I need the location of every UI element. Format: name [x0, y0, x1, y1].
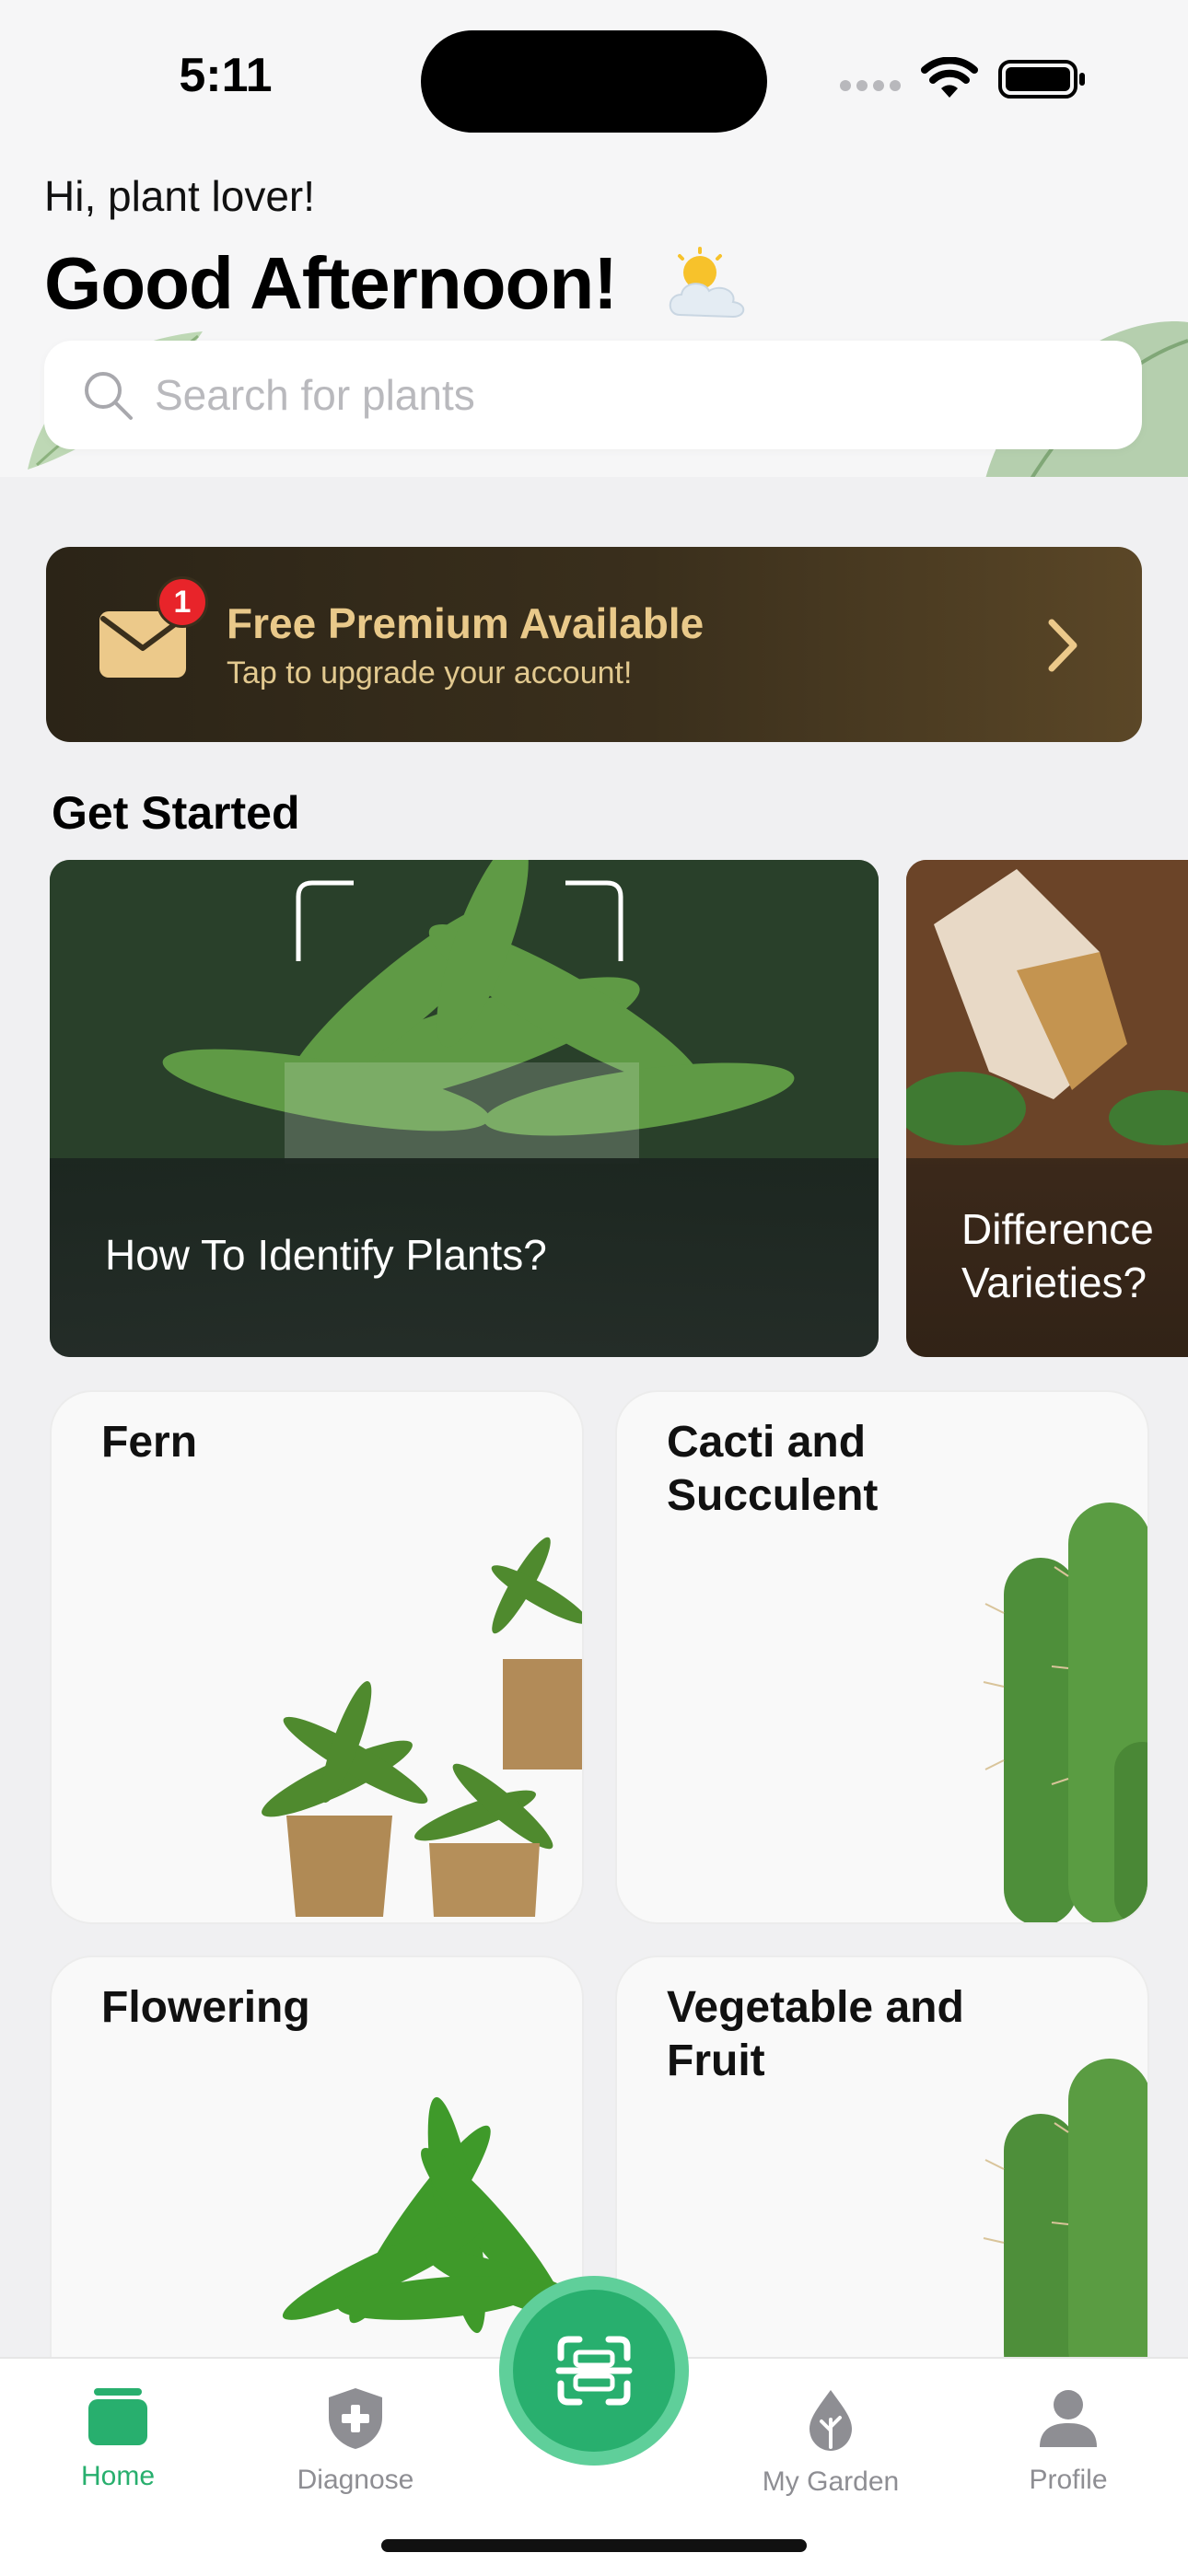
premium-banner[interactable]: 1 Free Premium Available Tap to upgrade …: [46, 547, 1142, 742]
scan-button-inner: [513, 2290, 675, 2452]
card-label: How To Identify Plants?: [105, 1231, 547, 1279]
tab-label: My Garden: [762, 2466, 900, 2497]
battery-icon: [998, 60, 1085, 99]
sun-behind-cloud-icon: [669, 247, 745, 319]
header: 5:11 Hi, plant lover! Good Afternoon! Se…: [0, 0, 1188, 477]
category-card-fern[interactable]: Fern: [50, 1390, 584, 1924]
person-icon: [1040, 2390, 1097, 2447]
chevron-right-icon: [1048, 619, 1077, 672]
scan-button[interactable]: [499, 2276, 689, 2466]
tab-label: Profile: [1029, 2465, 1108, 2495]
get-started-card-identify[interactable]: How To Identify Plants?: [50, 860, 879, 1357]
get-started-carousel[interactable]: How To Identify Plants? Difference Varie…: [0, 860, 1188, 1357]
status-time: 5:11: [179, 49, 273, 102]
cellular-signal-icon: [840, 79, 906, 96]
card-label-line2: Varieties?: [961, 1259, 1147, 1306]
scan-icon: [555, 2336, 633, 2406]
home-indicator: [381, 2539, 807, 2552]
fern-plant-image: [262, 1537, 582, 1917]
search-placeholder: Search for plants: [155, 371, 475, 419]
plant-drop-icon: [809, 2390, 852, 2451]
gardening-glove-photo: [906, 860, 1188, 1164]
search-input[interactable]: Search for plants: [44, 341, 1142, 449]
wifi-icon: [921, 57, 978, 98]
category-title: Fern: [101, 1416, 470, 1469]
tab-profile[interactable]: Profile: [976, 2386, 1160, 2496]
get-started-card-varieties[interactable]: Difference Varieties?: [906, 860, 1188, 1357]
tab-my-garden[interactable]: My Garden: [739, 2386, 923, 2498]
card-overlay: How To Identify Plants?: [50, 1158, 879, 1357]
notification-badge: 1: [157, 576, 208, 628]
cactus-image: [983, 2059, 1147, 2390]
tab-home[interactable]: Home: [26, 2386, 210, 2492]
greeting-text: Hi, plant lover!: [44, 172, 316, 220]
tab-label: Home: [80, 2461, 156, 2491]
cactus-image: [983, 1503, 1147, 1922]
section-title-get-started: Get Started: [52, 787, 300, 839]
plant-photo: [50, 860, 879, 1164]
tab-label: Diagnose: [297, 2465, 414, 2495]
tab-diagnose[interactable]: Diagnose: [263, 2386, 448, 2496]
category-title-line1: Vegetable and: [667, 1983, 964, 2032]
premium-subtitle: Tap to upgrade your account!: [227, 656, 633, 690]
search-icon: [85, 372, 133, 420]
home-icon: [88, 2388, 147, 2445]
card-overlay: Difference Varieties?: [906, 1158, 1188, 1357]
shield-plus-icon: [329, 2388, 382, 2449]
category-title-line1: Cacti and: [667, 1418, 867, 1467]
category-title-line1: Fern: [101, 1418, 198, 1467]
category-card-cacti[interactable]: Cacti and Succulent: [615, 1390, 1149, 1924]
dynamic-island: [421, 30, 767, 133]
premium-title: Free Premium Available: [227, 599, 705, 647]
card-label-line1: Difference: [961, 1205, 1154, 1253]
page-title: Good Afternoon!: [44, 242, 618, 324]
